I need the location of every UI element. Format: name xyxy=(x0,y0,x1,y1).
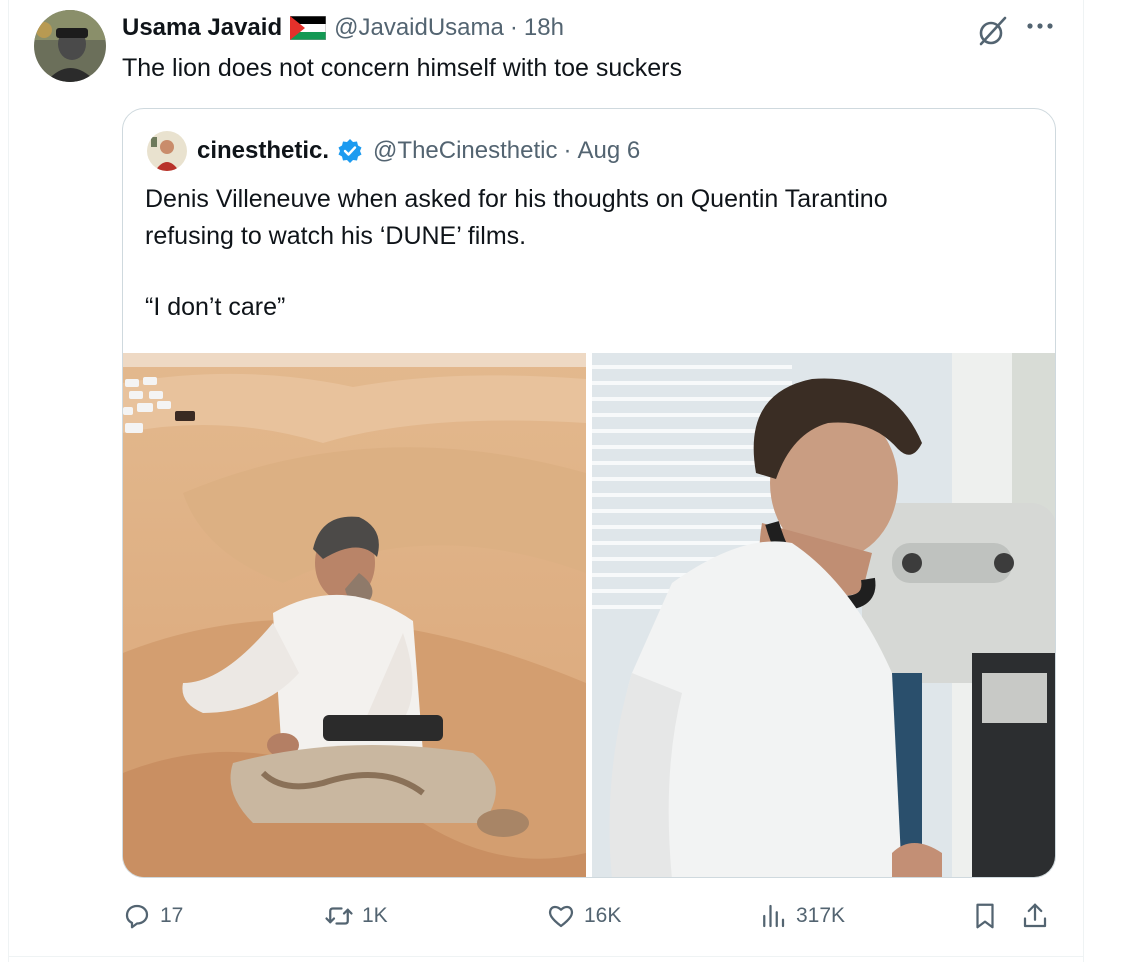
like-count: 16K xyxy=(584,904,622,927)
heart-icon xyxy=(548,905,574,928)
share-icon xyxy=(1023,903,1047,928)
quoted-author-avatar[interactable] xyxy=(147,131,187,171)
quoted-text-line: Denis Villeneuve when asked for his thou… xyxy=(145,185,888,213)
more-options-icon[interactable] xyxy=(1024,14,1056,38)
verified-badge-icon xyxy=(337,138,363,164)
photo-desert[interactable] xyxy=(123,353,586,877)
tweet-time[interactable]: 18h xyxy=(524,14,564,42)
palestine-flag-icon xyxy=(289,15,327,41)
views-button[interactable]: 317K xyxy=(758,898,845,934)
repost-button[interactable]: 1K xyxy=(324,898,388,934)
grok-icon[interactable] xyxy=(976,14,1010,48)
repost-count: 1K xyxy=(362,904,388,927)
quoted-author-name[interactable]: cinesthetic. xyxy=(197,137,329,165)
quoted-date[interactable]: Aug 6 xyxy=(578,137,641,165)
repost-icon xyxy=(325,907,353,925)
views-count: 317K xyxy=(796,904,846,927)
reply-icon xyxy=(125,904,149,929)
separator: · xyxy=(563,137,572,164)
tweet-header: Usama Javaid @JavaidUsama · 18h xyxy=(122,12,564,44)
quoted-tweet[interactable]: cinesthetic. @TheCinesthetic · Aug 6 Den… xyxy=(122,108,1056,878)
divider xyxy=(8,956,1084,957)
quoted-text: Denis Villeneuve when asked for his thou… xyxy=(145,181,888,255)
tweet-text: The lion does not concern himself with t… xyxy=(122,54,682,82)
bookmark-button[interactable] xyxy=(970,898,1000,934)
like-button[interactable]: 16K xyxy=(546,898,621,934)
views-chart-icon xyxy=(763,904,785,928)
action-bar: 17 1K 16K 317K xyxy=(122,898,1056,934)
quoted-header: cinesthetic. @TheCinesthetic · Aug 6 xyxy=(197,135,640,167)
photo-director[interactable] xyxy=(592,353,1055,877)
author-handle[interactable]: @JavaidUsama xyxy=(334,14,504,42)
quoted-quote-line: “I don’t care” xyxy=(145,293,286,321)
reply-count: 17 xyxy=(160,904,184,927)
author-avatar[interactable] xyxy=(34,10,106,82)
share-button[interactable] xyxy=(1020,898,1050,934)
reply-button[interactable]: 17 xyxy=(122,898,183,934)
separator: · xyxy=(509,14,518,41)
author-name[interactable]: Usama Javaid xyxy=(122,14,282,42)
bookmark-icon xyxy=(976,903,994,929)
quoted-author-handle[interactable]: @TheCinesthetic xyxy=(373,137,557,165)
quoted-text-line: refusing to watch his ‘DUNE’ films. xyxy=(145,222,527,250)
